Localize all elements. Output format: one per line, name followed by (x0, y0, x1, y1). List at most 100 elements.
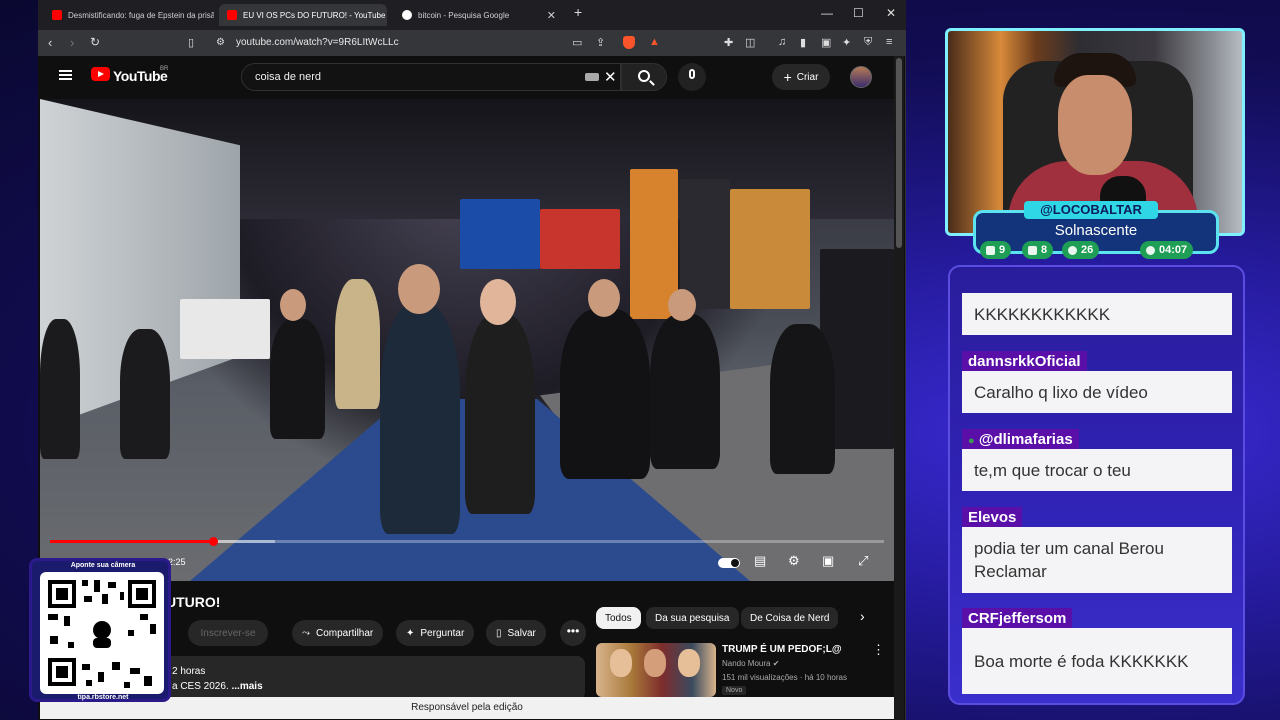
video-frame-person (380, 304, 460, 534)
save-label: Salvar (507, 627, 536, 639)
video-frame-booth (540, 209, 620, 269)
video-frame-person (668, 289, 696, 321)
description-text: a CES 2026. (172, 681, 229, 692)
extensions-icon[interactable]: ✚ (724, 36, 733, 49)
channel-name: Nando Moura (722, 659, 771, 668)
sidebar-icon[interactable]: ▮ (800, 36, 806, 49)
save-button[interactable]: ▯ Salvar (486, 620, 546, 646)
webcam-person (1058, 75, 1132, 175)
wallet-icon[interactable]: ▣ (821, 36, 831, 49)
clear-search-icon[interactable]: ✕ (604, 68, 617, 86)
site-info-icon[interactable]: ⚙ (216, 37, 225, 48)
stat-value: 8 (1041, 244, 1048, 256)
gift-icon (1068, 245, 1077, 255)
miniplayer-icon[interactable]: ▣ (822, 553, 834, 569)
streamer-handle: @LOCOBALTAR (1024, 201, 1158, 219)
hamburger-menu-icon[interactable] (59, 70, 72, 80)
recommendation-channel[interactable]: Nando Moura ✔ (722, 659, 779, 668)
create-label: Criar (796, 71, 819, 83)
video-frame-person (398, 264, 440, 314)
thumbnail-face (678, 649, 700, 677)
chat-username: Elevos (962, 507, 1023, 528)
search-button[interactable] (621, 63, 667, 91)
subtitles-icon[interactable]: ▤ (754, 553, 766, 569)
voice-search-button[interactable] (678, 63, 706, 91)
description-more[interactable]: ...mais (229, 681, 262, 692)
chip-all[interactable]: Todos (596, 607, 641, 629)
avatar[interactable] (850, 66, 872, 88)
back-icon[interactable]: ‹ (48, 35, 52, 50)
share-icon[interactable]: ⇪ (596, 36, 605, 49)
autoplay-toggle[interactable] (718, 558, 740, 568)
leo-ai-icon[interactable]: ✦ (842, 36, 851, 49)
plus-icon: + (783, 69, 792, 85)
video-frame-person (40, 319, 80, 459)
youtube-logo-icon[interactable] (91, 67, 110, 81)
chat-message: te,m que trocar o teu (962, 449, 1232, 491)
region-code: BR (160, 66, 169, 72)
stat-video: 8 (1022, 241, 1054, 259)
reload-icon[interactable]: ↻ (90, 35, 100, 49)
qr-code (40, 572, 164, 694)
chat-message: Caralho q lixo de vídeo (962, 371, 1232, 413)
share-icon: ⤳ (302, 627, 310, 639)
close-tab-icon[interactable]: ✕ (385, 9, 387, 22)
more-actions-button[interactable]: ••• (560, 620, 586, 646)
vpn-icon[interactable]: ⛨ (864, 36, 872, 49)
qr-code-overlay: Aponte sua câmera tipa.rbstore.net (29, 558, 171, 702)
keyboard-icon[interactable] (585, 73, 599, 81)
search-input[interactable]: coisa de nerd ✕ (241, 63, 621, 91)
youtube-favicon-icon (227, 10, 237, 20)
create-button[interactable]: + Criar (772, 64, 830, 90)
tab-epstein[interactable]: Desmistificando: fuga de Epstein da pris… (44, 4, 214, 26)
ask-button[interactable]: ✦ Perguntar (396, 620, 475, 646)
page-scrollbar[interactable] (894, 56, 904, 720)
stat-gift: 26 (1062, 241, 1100, 259)
chat-username: dannsrkkOficial (962, 351, 1087, 372)
chat-message: Boa morte é foda KKKKKKK (962, 628, 1232, 694)
scrollbar-thumb[interactable] (896, 58, 902, 248)
brave-rewards-icon[interactable]: ▲ (649, 36, 660, 48)
new-tab-button[interactable]: + (574, 4, 582, 20)
stat-value: 26 (1081, 244, 1094, 256)
platform-icon: ● (968, 435, 975, 447)
cast-icon[interactable]: ▭ (572, 36, 582, 49)
chevron-right-icon[interactable]: › (860, 608, 865, 624)
video-frame-person (120, 329, 170, 459)
close-tab-icon[interactable]: ✕ (541, 9, 556, 22)
minimize-icon[interactable]: — (821, 6, 833, 20)
url-field[interactable]: youtube.com/watch?v=9R6LItWcLLc (236, 37, 399, 48)
progress-bar[interactable] (50, 540, 884, 543)
chat-message: KKKKKKKKKKKK (962, 293, 1232, 335)
video-player[interactable]: 2:25 ▤ ⚙ ▣ ⤢ (40, 99, 894, 581)
recommendation-thumbnail[interactable] (596, 643, 716, 697)
stat-value: 04:07 (1159, 244, 1188, 256)
menu-icon[interactable]: ≡ (886, 36, 892, 48)
bookmark-icon[interactable]: ▯ (188, 36, 194, 49)
fullscreen-icon[interactable]: ⤢ (858, 553, 868, 569)
media-icon[interactable]: ♫ (778, 36, 786, 48)
close-window-icon[interactable]: ✕ (886, 6, 896, 20)
chip-from-channel[interactable]: De Coisa de Nerd (741, 607, 839, 629)
stat-chat: 9 (980, 241, 1012, 259)
chip-from-search[interactable]: Da sua pesquisa (646, 607, 739, 629)
brave-shields-icon[interactable] (623, 36, 635, 49)
settings-icon[interactable]: ⚙ (788, 553, 800, 569)
screenshot-icon[interactable]: ◫ (745, 36, 755, 49)
stream-game: Solnascente (1054, 222, 1138, 239)
video-frame-booth (730, 189, 810, 309)
share-button[interactable]: ⤳ Compartilhar (292, 620, 384, 646)
tab-google-bitcoin[interactable]: bitcoin - Pesquisa Google ✕ (394, 4, 564, 26)
new-badge: Novo (722, 686, 747, 695)
scrubber-handle[interactable] (208, 537, 218, 546)
save-icon: ▯ (496, 627, 502, 639)
recommendation-title[interactable]: TRUMP É UM PEDOF;L@ (722, 644, 842, 655)
tab-youtube-video[interactable]: EU VI OS PCs DO FUTURO! - YouTube ✕ (219, 4, 387, 26)
kebab-menu-icon[interactable]: ⋮ (872, 642, 885, 658)
subscribe-button[interactable]: Inscrever-se (188, 620, 268, 646)
description-box[interactable] (158, 656, 585, 700)
video-frame-person (588, 279, 620, 317)
forward-icon[interactable]: › (70, 35, 74, 50)
maximize-icon[interactable]: ☐ (853, 6, 864, 20)
share-label: Compartilhar (316, 627, 374, 639)
